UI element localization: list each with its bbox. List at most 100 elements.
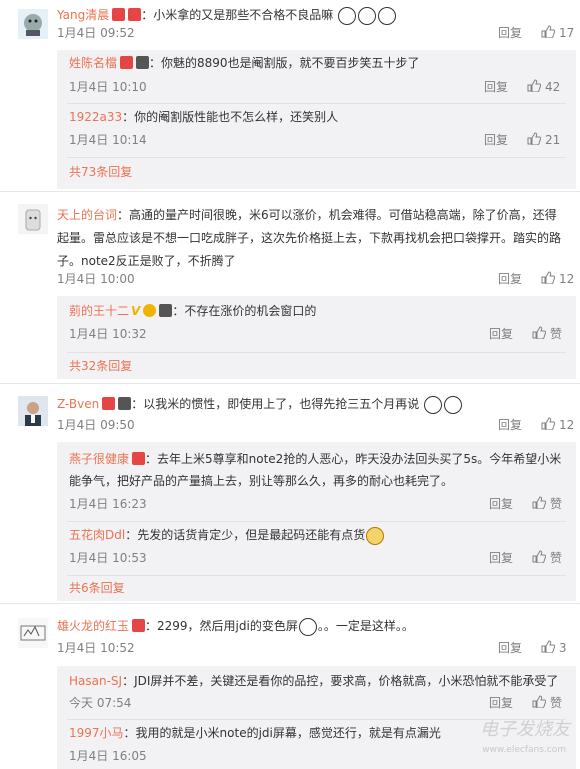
divider [67,575,566,576]
member-badge-icon [136,56,150,69]
username[interactable]: 1997小马 [69,726,124,740]
username[interactable]: 1922a33 [69,110,122,124]
thumbs-up-icon [532,325,547,345]
vip-badge-icon [132,452,146,465]
reply-button[interactable]: 回复 [489,693,513,713]
reply-body: ：你的阉割版性能也不怎么样，还笑别人 [122,110,339,124]
like-count: 42 [545,80,561,94]
reply-button[interactable]: 回复 [484,77,508,97]
reply-box: 莂的王十二 V ：不存在涨价的机会窗口的 1月4日 10:32 回复 赞 共32条回… [57,296,576,379]
more-replies-link[interactable]: 共32条回复 [69,357,132,374]
like-button[interactable]: 21 [527,130,560,151]
username[interactable]: 雄火龙的红玉 [57,619,129,633]
emoji-icon [358,6,377,25]
reply-meta: 1月4日 10:14 回复 21 [69,130,576,150]
reply-body: ：你魅的8890也是阉割版，就不要百步笑五十步了 [149,56,420,70]
more-replies-link[interactable]: 共6条回复 [69,579,125,596]
timestamp: 1月4日 10:14 [69,133,147,147]
reply-button[interactable]: 回复 [489,324,513,344]
vip-badge-icon [112,8,126,21]
timestamp: 1月4日 10:52 [57,641,135,655]
like-button[interactable]: 3 [541,638,567,659]
member-badge-icon [118,397,132,410]
reply-meta: 1月4日 10:53 回复 赞 [69,548,576,568]
reply-button[interactable]: 回复 [484,130,508,150]
reply-button[interactable]: 回复 [498,415,522,435]
reply-button[interactable]: 回复 [489,548,513,568]
comment-meta: 1月4日 10:00 回复 12 [57,269,580,289]
username[interactable]: 天上的台词 [57,208,117,222]
thumbs-up-icon [527,78,542,98]
like-button[interactable]: 赞 [532,693,562,714]
timestamp: 1月4日 16:05 [69,749,147,763]
like-button[interactable]: 12 [541,415,574,436]
username[interactable]: Hasan-SJ [69,674,122,688]
cat-emoji-icon [366,526,385,545]
like-count: 12 [559,272,575,286]
comment-body: ：2299，然后用jdi的变色屏 [145,619,298,633]
avatar[interactable] [18,204,48,234]
comment-text: 雄火龙的红玉 ：2299，然后用jdi的变色屏 。。一定是这样。。 [57,615,568,638]
like-count: 3 [559,641,567,655]
username[interactable]: 莂的王十二 [69,304,129,318]
username[interactable]: Z-Bven [57,397,99,411]
reply-meta: 1月4日 16:23 回复 赞 [69,494,576,514]
avatar[interactable] [18,618,48,648]
comment: Yang清晨 ：小米拿的又是那些不合格不良品嘛 1月4日 09:52 回复 17 … [0,0,580,200]
like-button[interactable]: 赞 [532,548,562,569]
comment-meta: 1月4日 09:50 回复 12 [57,415,580,435]
thumbs-up-icon [532,549,547,569]
comment-body-tail: 。。一定是这样。。 [317,619,414,633]
comment-body: ：高通的量产时间很晚，米6可以涨价，机会难得。可借站稳高端，除了价高，还得起量。… [57,208,562,268]
timestamp: 1月4日 16:23 [69,497,147,511]
avatar[interactable] [18,9,48,39]
thumbs-up-icon [541,639,556,659]
divider [67,352,566,353]
reply-body: ：JDI屏并不差，关键还是看你的品控，要求高，价格就高，小米恐怕就不能承受了 [122,674,559,688]
reply-box: 燕子很健康 ：去年上米5尊享和note2抢的人恶心，昨天没办法回头买了5s。今年希… [57,442,576,601]
like-button[interactable]: 赞 [532,494,562,515]
like-button[interactable]: 12 [541,269,574,290]
reply-text: 1922a33：你的阉割版性能也不怎么样，还笑别人 [69,106,568,128]
like-button[interactable]: 17 [541,23,574,44]
comment-body: ：小米拿的又是那些不合格不良品嘛 [141,8,334,22]
emoji-icon [378,6,397,25]
emoji-icon [444,395,463,414]
timestamp: 1月4日 10:32 [69,327,147,341]
reply-button[interactable]: 回复 [498,638,522,658]
reply-meta: 1月4日 10:10 回复 42 [69,77,576,97]
comment-meta: 1月4日 10:52 回复 3 [57,638,580,658]
reply-meta: 今天 07:54 回复 赞 [69,693,576,713]
comment-body: ：以我米的惯性，即使用上了，也得先抢三五个月再说 [131,397,420,411]
username[interactable]: Yang清晨 [57,8,109,22]
avatar[interactable] [18,396,48,426]
comment-text: Z-Bven ：以我米的惯性，即使用上了，也得先抢三五个月再说 [57,393,568,416]
member-badge-icon [128,8,142,21]
like-button[interactable]: 42 [527,77,560,98]
emoji-icon [298,617,317,636]
member-badge-icon [159,304,173,317]
more-replies-link[interactable]: 共73条回复 [69,163,132,180]
like-button[interactable]: 赞 [532,324,562,345]
comment-text: 天上的台词：高通的量产时间很晚，米6可以涨价，机会难得。可借站稳高端，除了价高，… [57,204,568,273]
watermark: 电子发烧友 [480,719,570,740]
comment: 天上的台词：高通的量产时间很晚，米6可以涨价，机会难得。可借站稳高端，除了价高，… [0,192,580,382]
username[interactable]: 五花肉Ddl [69,528,125,542]
comment: Z-Bven ：以我米的惯性，即使用上了，也得先抢三五个月再说 1月4日 09:5… [0,384,580,602]
timestamp: 1月4日 10:10 [69,80,147,94]
like-label: 赞 [550,696,563,710]
username[interactable]: 燕子很健康 [69,452,129,466]
reply-text: 莂的王十二 V ：不存在涨价的机会窗口的 [69,300,568,322]
vip-badge-icon [120,56,134,69]
divider [67,157,566,158]
vip-badge-icon [132,619,146,632]
timestamp: 1月4日 10:53 [69,551,147,565]
reply-button[interactable]: 回复 [498,23,522,43]
timestamp: 1月4日 10:00 [57,272,135,286]
username[interactable]: 姓陈名檔 [69,56,117,70]
reply-button[interactable]: 回复 [498,269,522,289]
reply-button[interactable]: 回复 [489,494,513,514]
reply-text: 五花肉Ddl：先发的话货肯定少，但是最起码还能有点货 [69,524,568,546]
medal-icon [143,304,157,317]
like-label: 赞 [550,497,563,511]
